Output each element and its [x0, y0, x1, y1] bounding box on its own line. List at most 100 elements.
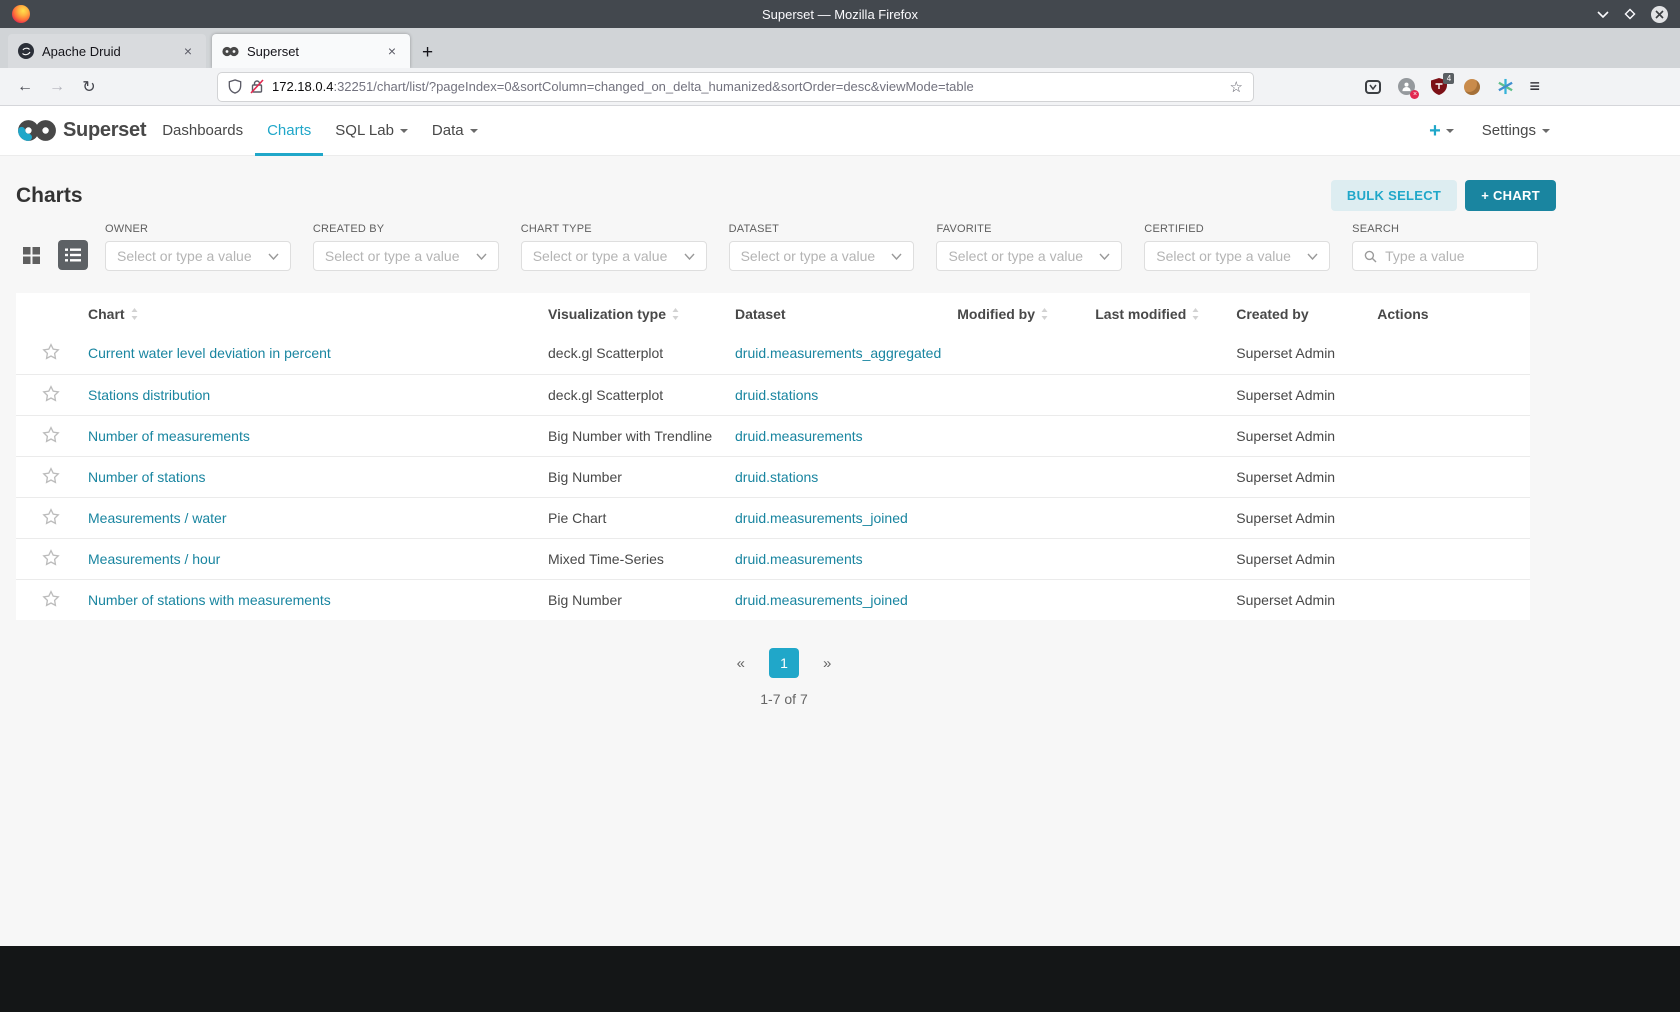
maximize-button[interactable] [1624, 8, 1636, 20]
window-title: Superset — Mozilla Firefox [761, 6, 919, 22]
favorite-star-icon[interactable] [42, 384, 60, 402]
nav-item-charts[interactable]: Charts [255, 106, 324, 156]
filter-owner: OWNER Select or type a value [105, 223, 291, 271]
filter-search: SEARCH [1352, 223, 1539, 271]
created-by-select[interactable]: Select or type a value [312, 241, 499, 271]
dataset-link[interactable]: druid.stations [735, 469, 818, 485]
dataset-link[interactable]: druid.measurements_joined [735, 510, 908, 526]
created-by-cell: Superset Admin [1236, 550, 1336, 567]
cookie-extension-icon[interactable] [1463, 78, 1481, 96]
dataset-link[interactable]: druid.measurements_joined [735, 592, 908, 608]
card-view-toggle[interactable] [16, 240, 46, 270]
superset-brand[interactable]: Superset [17, 118, 146, 143]
nav-item-data[interactable]: Data [420, 106, 490, 156]
hamburger-menu-icon[interactable]: ≡ [1529, 76, 1540, 97]
table-header-row: Chart Visualization type Dataset Modifie… [16, 293, 1530, 333]
chart-link[interactable]: Current water level deviation in percent [88, 345, 331, 361]
favorite-star-icon[interactable] [42, 343, 60, 360]
minimize-button[interactable] [1597, 10, 1609, 18]
filter-dataset: DATASET Select or type a value [728, 223, 915, 271]
chart-link[interactable]: Measurements / water [88, 510, 227, 526]
column-header-last-modified[interactable]: Last modified [1087, 293, 1228, 333]
chevron-down-icon [684, 253, 695, 260]
certified-select[interactable]: Select or type a value [1144, 241, 1331, 271]
asterisk-extension-icon[interactable] [1496, 78, 1514, 96]
dataset-select[interactable]: Select or type a value [728, 241, 915, 271]
favorite-star-icon[interactable] [42, 548, 60, 566]
favorite-star-icon[interactable] [42, 466, 60, 484]
url-bar[interactable]: 172.18.0.4:32251/chart/list/?pageIndex=0… [218, 72, 1253, 101]
reload-button[interactable]: ↻ [76, 77, 102, 97]
table-row: Number of stations with measurements Big… [16, 579, 1530, 620]
column-label: Dataset [735, 306, 786, 322]
account-extension-icon[interactable]: × [1397, 78, 1420, 99]
new-tab-button[interactable]: + [422, 43, 433, 62]
favorite-star-icon[interactable] [42, 589, 60, 607]
current-page-button[interactable]: 1 [769, 648, 799, 678]
chart-link[interactable]: Number of stations with measurements [88, 592, 331, 608]
chart-type-select[interactable]: Select or type a value [520, 241, 707, 271]
charts-table: Chart Visualization type Dataset Modifie… [16, 293, 1530, 620]
sort-icon [672, 308, 679, 320]
add-chart-button[interactable]: + CHART [1465, 180, 1556, 211]
created-by-cell: Superset Admin [1236, 386, 1336, 403]
chevron-down-icon [1307, 253, 1318, 260]
filter-label: FAVORITE [936, 223, 992, 235]
list-view-toggle[interactable] [58, 240, 88, 270]
ublock-extension-icon[interactable]: 4 [1430, 72, 1455, 96]
chart-link[interactable]: Stations distribution [88, 387, 210, 403]
search-box[interactable] [1352, 241, 1539, 271]
column-label: Last modified [1095, 306, 1187, 322]
chevron-down-icon [476, 253, 487, 260]
modified-by-cell [949, 333, 1087, 374]
column-header-viz-type[interactable]: Visualization type [540, 293, 727, 333]
select-placeholder: Select or type a value [740, 248, 876, 264]
bookmark-star-icon[interactable]: ☆ [1230, 78, 1243, 96]
shield-icon[interactable] [228, 79, 242, 94]
column-header-modified-by[interactable]: Modified by [949, 293, 1087, 333]
close-button[interactable] [1651, 5, 1668, 23]
dataset-link[interactable]: druid.measurements [735, 428, 863, 444]
next-page-button[interactable]: » [823, 655, 831, 672]
url-text[interactable]: 172.18.0.4:32251/chart/list/?pageIndex=0… [272, 79, 1222, 94]
new-item-button[interactable]: + [1429, 121, 1454, 141]
dataset-link[interactable]: druid.measurements_aggregated [735, 345, 941, 361]
favorite-select[interactable]: Select or type a value [936, 241, 1123, 271]
column-label: Created by [1236, 306, 1309, 322]
column-header-chart[interactable]: Chart [80, 293, 540, 333]
favorite-star-icon[interactable] [42, 425, 60, 443]
tab-title: Superset [247, 43, 300, 59]
forward-button[interactable]: → [44, 78, 70, 96]
dataset-link[interactable]: druid.stations [735, 387, 818, 403]
created-by-cell: Superset Admin [1236, 468, 1336, 485]
dataset-link[interactable]: druid.measurements [735, 551, 863, 567]
close-tab-icon[interactable]: × [180, 42, 196, 60]
tab-superset[interactable]: Superset × [212, 34, 410, 68]
nav-item-dashboards[interactable]: Dashboards [150, 106, 255, 156]
chart-link[interactable]: Number of stations [88, 469, 206, 485]
back-button[interactable]: ← [12, 78, 38, 96]
tab-apache-druid[interactable]: Apache Druid × [8, 34, 206, 68]
extension-area: × 4 ≡ [1364, 72, 1540, 99]
last-modified-cell [1087, 538, 1228, 579]
table-row: Stations distribution deck.gl Scatterplo… [16, 374, 1530, 415]
chart-link[interactable]: Measurements / hour [88, 551, 220, 567]
actions-cell [1369, 497, 1530, 538]
last-modified-cell [1087, 374, 1228, 415]
favorite-star-icon[interactable] [42, 507, 60, 525]
actions-cell [1369, 538, 1530, 579]
owner-select[interactable]: Select or type a value [105, 241, 291, 271]
table-row: Number of stations Big Number druid.stat… [16, 456, 1530, 497]
prev-page-button[interactable]: « [737, 655, 745, 672]
insecure-lock-icon[interactable] [250, 79, 264, 94]
pocket-extension-icon[interactable] [1364, 78, 1382, 96]
settings-menu[interactable]: Settings [1482, 122, 1550, 139]
nav-item-sql-lab[interactable]: SQL Lab [323, 106, 420, 156]
firefox-titlebar: Superset — Mozilla Firefox [0, 0, 1680, 28]
chart-link[interactable]: Number of measurements [88, 428, 250, 444]
url-host: 172.18.0.4 [272, 79, 334, 94]
close-tab-icon[interactable]: × [384, 42, 400, 60]
bulk-select-button[interactable]: BULK SELECT [1330, 180, 1458, 211]
ublock-badge: 4 [1443, 72, 1455, 84]
search-input[interactable] [1385, 248, 1527, 264]
